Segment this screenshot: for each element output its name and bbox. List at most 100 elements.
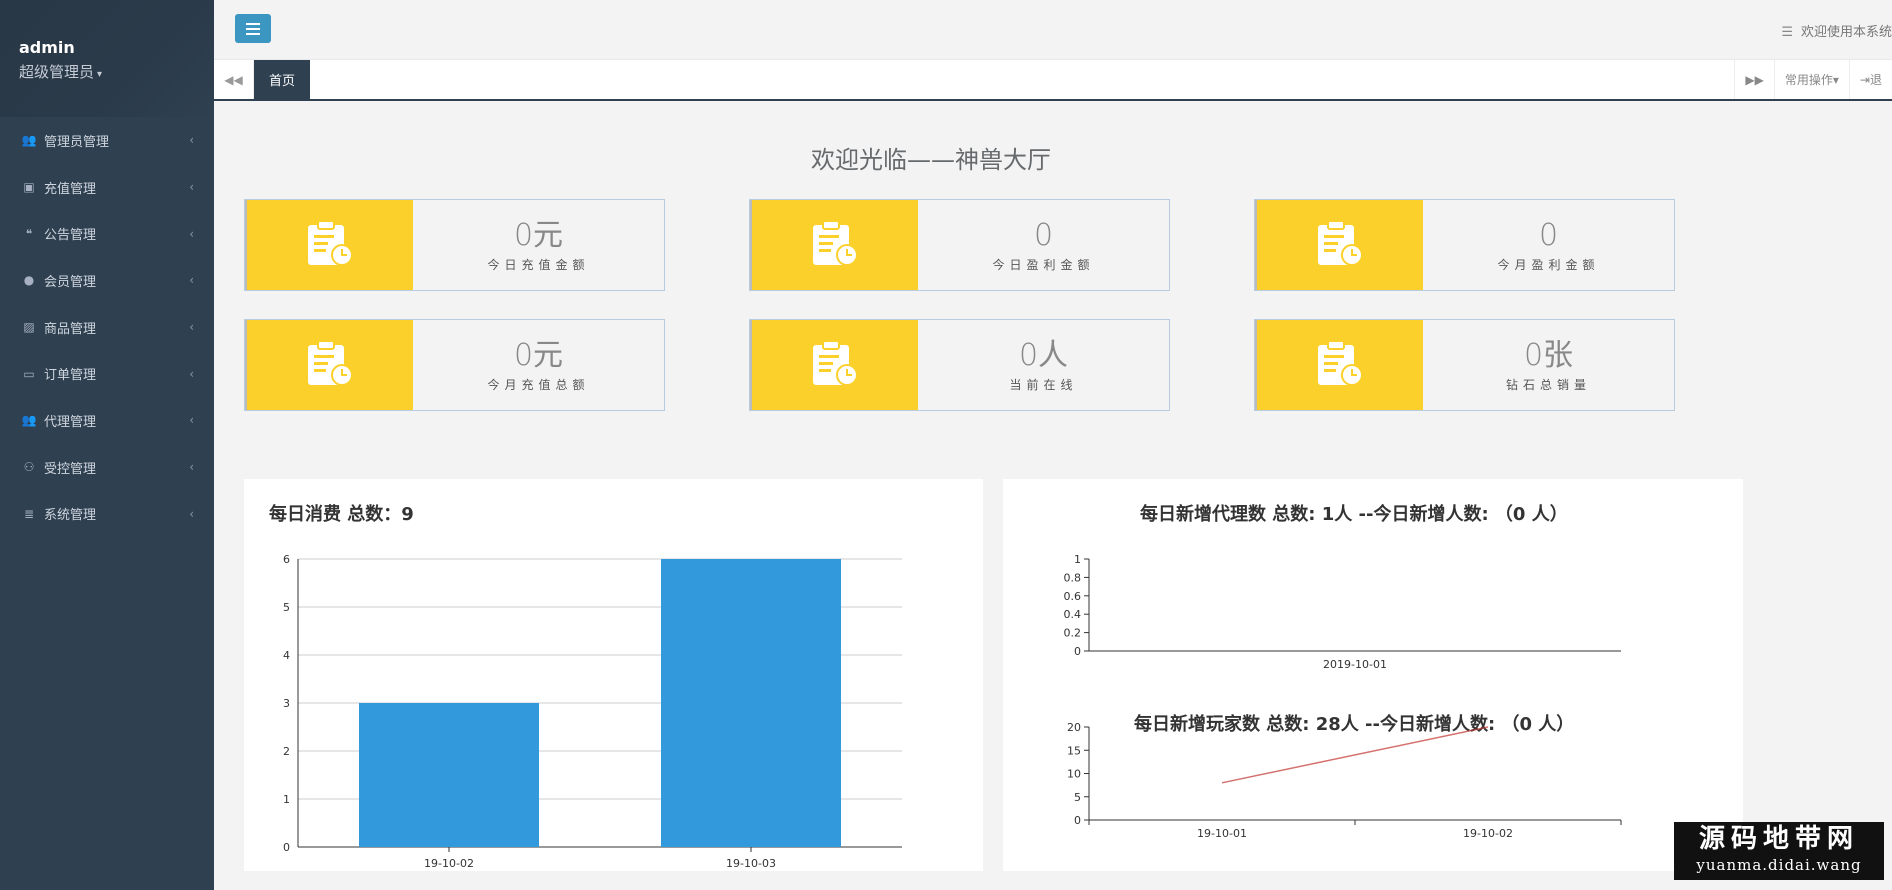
sidebar-item[interactable]: ❝ 公告管理 ‹ (0, 210, 214, 257)
sidebar-item[interactable]: 👥 管理员管理 ‹ (0, 117, 214, 164)
bar-chart: 0 1 2 3 4 5 6 19-10-02 19-10-03 (283, 553, 902, 870)
motorcycle-icon: ⚇ (23, 460, 35, 475)
y-tick-label: 0.2 (1064, 627, 1082, 640)
bar (359, 703, 539, 847)
caret-down-icon: ▾ (1832, 72, 1839, 87)
y-tick-label: 10 (1067, 768, 1081, 781)
server-icon: ≣ (23, 506, 35, 521)
stat-card: 0 今月盈利金额 (1254, 199, 1675, 291)
stat-card: 0人当前在线 (749, 319, 1170, 411)
hamburger-icon (246, 32, 260, 35)
tab-scroll-left-button[interactable]: ◀◀ (214, 60, 254, 99)
stat-icon-box (750, 320, 918, 410)
stat-value: 0人 (1018, 337, 1069, 373)
sidebar-item-label: 受控管理 (44, 461, 97, 477)
chevron-left-icon: ‹ (189, 366, 194, 381)
sidebar-item[interactable]: ● 会员管理 ‹ (0, 257, 214, 304)
stat-icon-box (750, 200, 918, 290)
tab-home[interactable]: 首页 (254, 60, 310, 99)
profile: admin 超级管理员 ▾ (0, 0, 214, 117)
watermark-line1: 源码地带网 (1698, 824, 1859, 854)
y-tick-label: 5 (283, 601, 290, 614)
y-tick-label: 0 (1074, 645, 1081, 658)
y-tick-label: 0 (1074, 814, 1081, 827)
x-tick-label: 19-10-02 (1463, 827, 1513, 840)
y-tick-label: 3 (283, 697, 290, 710)
sidebar-item[interactable]: 👥 代理管理 ‹ (0, 397, 214, 444)
watermark-line2: yuanma.didai.wang (1696, 856, 1862, 874)
stat-icon-box (1255, 320, 1423, 410)
y-tick-label: 20 (1067, 721, 1081, 734)
forward-icon: ▶▶ (1745, 72, 1764, 87)
stat-card: 0张钻石总销量 (1254, 319, 1675, 411)
stat-card: 0 今日盈利金额 (749, 199, 1170, 291)
stat-value: 0元 (513, 337, 564, 373)
chevron-left-icon: ‹ (189, 413, 194, 428)
y-tick-label: 5 (1074, 791, 1081, 804)
stat-label: 当前在线 (1009, 377, 1078, 392)
sidebar-item-label: 订单管理 (44, 368, 97, 384)
y-tick-label: 1 (283, 793, 290, 806)
sidebar-item[interactable]: ▨ 商品管理 ‹ (0, 304, 214, 351)
y-tick-label: 15 (1067, 744, 1081, 757)
stat-card: 0元今月充值总额 (244, 319, 665, 411)
user-icon: ● (23, 273, 35, 288)
common-ops-dropdown[interactable]: 常用操作 ▾ (1773, 60, 1849, 99)
y-tick-label: 4 (283, 649, 290, 662)
menu-toggle-button[interactable] (235, 14, 271, 43)
y-tick-label: 6 (283, 553, 290, 566)
chevron-left-icon: ‹ (189, 273, 194, 288)
line-charts: 00.20.40.60.812019-10-010510152019-10-01… (1064, 553, 1622, 840)
stat-icon-box (1255, 200, 1423, 290)
money-icon: ▣ (23, 180, 35, 195)
chevron-left-icon: ‹ (189, 133, 194, 148)
stat-card: 0元 今日充值金额 (244, 199, 665, 291)
sidebar-item-label: 代理管理 (44, 414, 97, 430)
y-tick-label: 0.6 (1064, 590, 1082, 603)
stat-value: 0 (1538, 217, 1559, 253)
stat-icon-box (245, 200, 413, 290)
sidebar-item-label: 管理员管理 (44, 134, 110, 150)
clipboard-clock-icon (809, 219, 861, 271)
hamburger-icon (246, 27, 260, 30)
clipboard-clock-icon (1314, 219, 1366, 271)
clipboard-clock-icon (1314, 339, 1366, 391)
logout-button[interactable]: ⇥ 退 (1848, 60, 1892, 99)
daily-consumption-panel: 每日消费 总数：9 0 1 2 3 4 5 6 19-10-02 19-10-03 (244, 479, 983, 871)
stat-label: 钻石总销量 (1505, 377, 1591, 392)
tab-scroll-right-button[interactable]: ▶▶ (1734, 60, 1773, 99)
sidebar-item-label: 充值管理 (44, 181, 97, 197)
stat-label: 今月盈利金额 (1497, 257, 1600, 272)
sidebar-item-label: 会员管理 (44, 274, 97, 290)
sidebar-item[interactable]: ▣ 充值管理 ‹ (0, 164, 214, 211)
stat-value: 0 (1033, 217, 1054, 253)
sidebar: admin 超级管理员 ▾ 👥 管理员管理 ‹ ▣ 充值管理 ‹ ❝ 公告管理 ‹ ● 会员管理 ‹ ▨ 商… (0, 0, 214, 890)
stat-label: 今月充值总额 (487, 377, 590, 392)
chevron-left-icon: ‹ (189, 226, 194, 241)
sidebar-item[interactable]: ▭ 订单管理 ‹ (0, 350, 214, 397)
stat-label: 今日盈利金额 (992, 257, 1095, 272)
x-tick-label: 19-10-01 (1197, 827, 1247, 840)
comments-icon: ❝ (25, 226, 33, 241)
role-dropdown[interactable]: 超级管理员 ▾ (19, 61, 214, 82)
image-icon: ▨ (23, 320, 35, 335)
hamburger-icon (246, 22, 260, 25)
sidebar-menu: 👥 管理员管理 ‹ ▣ 充值管理 ‹ ❝ 公告管理 ‹ ● 会员管理 ‹ ▨ 商品管理 ‹ ▭ 订单管理 ‹ 👥 代理… (0, 117, 214, 537)
chevron-left-icon: ‹ (189, 320, 194, 335)
chevron-left-icon: ‹ (189, 506, 194, 521)
x-tick-label: 19-10-03 (726, 857, 776, 870)
sidebar-item[interactable]: ⚇ 受控管理 ‹ (0, 444, 214, 491)
sidebar-item[interactable]: ≣ 系统管理 ‹ (0, 491, 214, 538)
common-ops-label: 常用操作 (1784, 73, 1833, 87)
stat-value: 0张 (1523, 337, 1574, 373)
role-label: 超级管理员 (19, 63, 95, 81)
x-tick-label: 2019-10-01 (1323, 658, 1387, 671)
sidebar-item-label: 系统管理 (44, 508, 97, 524)
clipboard-clock-icon (304, 219, 356, 271)
tab-bar: ◀◀ 首页 ▶▶ 常用操作 ▾ ⇥ 退 (214, 60, 1892, 101)
welcome-label: 欢迎使用本系统 (1800, 25, 1892, 40)
card-icon: ▭ (23, 366, 35, 381)
new-users-panel: 每日新增代理数 总数: 1人 --今日新增人数: （0 人） 每日新增玩家数 总… (1003, 479, 1743, 871)
username: admin (19, 38, 75, 57)
y-tick-label: 0 (283, 841, 290, 854)
